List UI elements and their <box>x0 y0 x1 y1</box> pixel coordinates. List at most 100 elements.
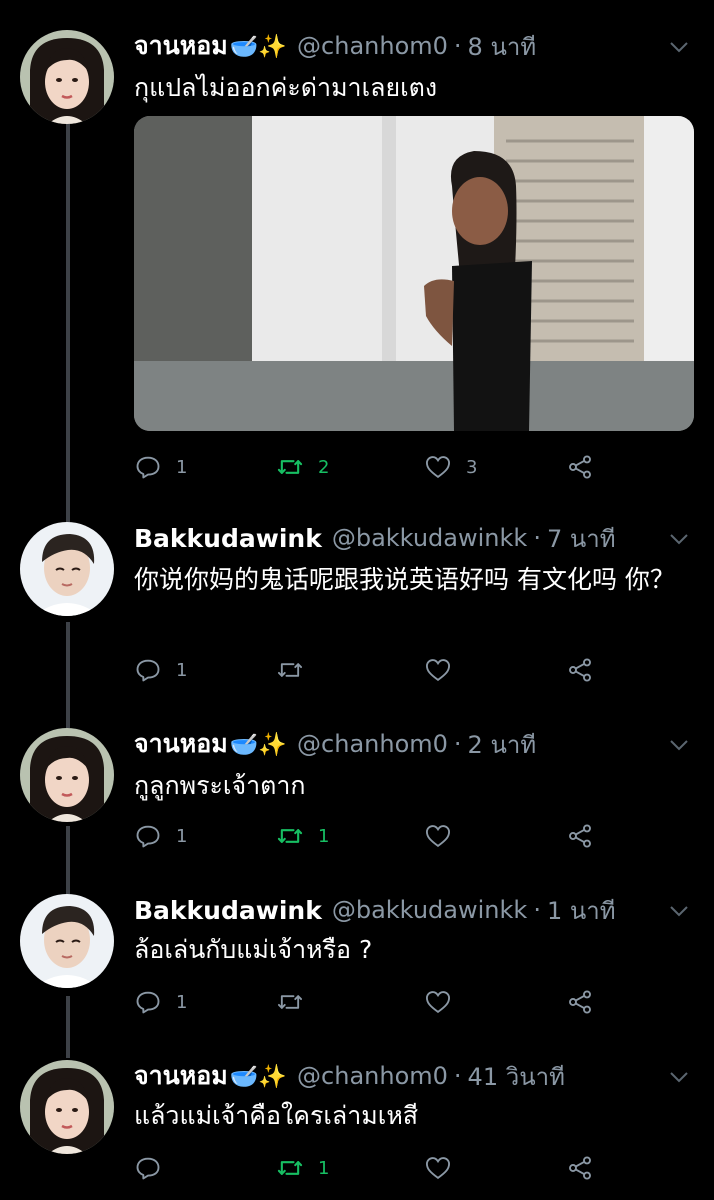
like-icon <box>425 456 451 479</box>
tweet-text: ล้อเล่นกับแม่เจ้าหรือ ? <box>134 935 373 964</box>
avatar[interactable] <box>20 1060 114 1154</box>
share-icon <box>569 824 591 848</box>
timestamp[interactable]: 7 นาที <box>547 519 616 558</box>
tweet-header: Bakkudawink @bakkudawinkk · 7 นาที <box>134 522 694 554</box>
tweet-media[interactable] <box>134 116 694 431</box>
timeline: จานหอม 🥣✨ @chanhom0 · 8 นาที กุแปลไม่ออก… <box>0 0 714 1200</box>
tweet-actions: 1 <box>134 984 604 1020</box>
reply-icon <box>136 456 160 479</box>
tweet-actions: 1 <box>134 1150 604 1186</box>
tweet[interactable]: จานหอม 🥣✨ @chanhom0 · 2 นาที กูลูกพระเจ้… <box>0 728 714 868</box>
retweet-count: 1 <box>318 1157 330 1179</box>
tweet-header: จานหอม 🥣✨ @chanhom0 · 8 นาที <box>134 30 694 62</box>
display-name[interactable]: Bakkudawink <box>134 896 322 925</box>
chevron-down-icon[interactable] <box>668 36 690 58</box>
chevron-down-icon[interactable] <box>668 734 690 756</box>
separator-dot: · <box>453 730 462 758</box>
reply-icon <box>136 825 160 848</box>
reply-button[interactable]: 1 <box>134 984 187 1020</box>
like-button[interactable] <box>424 818 466 854</box>
display-name[interactable]: จานหอม <box>134 724 228 764</box>
timestamp[interactable]: 8 นาที <box>468 27 537 66</box>
tweet[interactable]: จานหอม 🥣✨ @chanhom0 · 41 วินาที แล้วแม่เ… <box>0 1060 714 1200</box>
separator-dot: · <box>453 32 462 60</box>
separator-dot: · <box>533 896 541 924</box>
like-button[interactable]: 3 <box>424 449 477 485</box>
tweet[interactable]: Bakkudawink @bakkudawinkk · 1 นาที ล้อเล… <box>0 894 714 1034</box>
avatar[interactable] <box>20 728 114 822</box>
display-name[interactable]: จานหอม <box>134 26 228 66</box>
avatar-image <box>20 894 114 988</box>
timestamp[interactable]: 2 นาที <box>468 725 537 764</box>
avatar-image <box>20 522 114 616</box>
separator-dot: · <box>453 1062 462 1090</box>
like-button[interactable] <box>424 652 466 688</box>
tweet-text: กูลูกพระเจ้าตาก <box>134 771 306 800</box>
reply-button[interactable]: 1 <box>134 652 187 688</box>
reply-count: 1 <box>176 825 188 847</box>
username[interactable]: @bakkudawinkk <box>332 524 527 552</box>
retweet-button[interactable]: 1 <box>276 1150 329 1186</box>
retweet-button[interactable]: 1 <box>276 818 329 854</box>
share-button[interactable] <box>566 1150 594 1186</box>
reply-icon <box>136 659 160 682</box>
avatar[interactable] <box>20 522 114 616</box>
tweet-actions: 1 <box>134 652 604 688</box>
avatar[interactable] <box>20 30 114 124</box>
username[interactable]: @chanhom0 <box>297 1062 448 1090</box>
avatar-image <box>20 1060 114 1154</box>
name-emoji: 🥣✨ <box>229 33 288 60</box>
reply-icon <box>136 991 160 1014</box>
display-name[interactable]: Bakkudawink <box>134 524 322 553</box>
share-icon <box>569 455 591 479</box>
tweet-header: Bakkudawink @bakkudawinkk · 1 นาที <box>134 894 694 926</box>
share-icon <box>569 990 591 1014</box>
retweet-icon <box>277 995 303 1009</box>
reply-count: 1 <box>176 659 188 681</box>
chevron-down-icon[interactable] <box>668 900 690 922</box>
username[interactable]: @chanhom0 <box>297 32 448 60</box>
timestamp[interactable]: 1 นาที <box>547 891 616 930</box>
retweet-icon <box>277 1161 303 1175</box>
avatar[interactable] <box>20 894 114 988</box>
like-icon <box>425 825 451 848</box>
share-icon <box>569 658 591 682</box>
display-name[interactable]: จานหอม <box>134 1056 228 1096</box>
tweet-header: จานหอม 🥣✨ @chanhom0 · 2 นาที <box>134 728 694 760</box>
tweet-header: จานหอม 🥣✨ @chanhom0 · 41 วินาที <box>134 1060 694 1092</box>
like-icon <box>425 1157 451 1180</box>
chevron-down-icon[interactable] <box>668 1066 690 1088</box>
chevron-down-icon[interactable] <box>668 528 690 550</box>
like-button[interactable] <box>424 1150 466 1186</box>
username[interactable]: @bakkudawinkk <box>332 896 527 924</box>
username[interactable]: @chanhom0 <box>297 730 448 758</box>
share-button[interactable] <box>566 984 594 1020</box>
reply-icon <box>136 1157 160 1180</box>
reply-count: 1 <box>176 991 188 1013</box>
avatar-image <box>20 30 114 124</box>
tweet[interactable]: Bakkudawink @bakkudawinkk · 7 นาที 你说你妈的… <box>0 522 714 702</box>
tweet[interactable]: จานหอม 🥣✨ @chanhom0 · 8 นาที กุแปลไม่ออก… <box>0 30 714 500</box>
timestamp[interactable]: 41 วินาที <box>468 1057 565 1096</box>
avatar-image <box>20 728 114 822</box>
reply-button[interactable]: 1 <box>134 449 187 485</box>
reply-button[interactable]: 1 <box>134 818 187 854</box>
share-icon <box>569 1156 591 1180</box>
share-button[interactable] <box>566 449 594 485</box>
retweet-button[interactable] <box>276 652 318 688</box>
tweet-text: แล้วแม่เจ้าคือใครเล่ามเหสี <box>134 1101 419 1130</box>
retweet-button[interactable]: 2 <box>276 449 329 485</box>
media-image <box>134 116 694 431</box>
retweet-icon <box>277 460 303 474</box>
like-button[interactable] <box>424 984 466 1020</box>
tweet-actions: 1 1 <box>134 818 604 854</box>
name-emoji: 🥣✨ <box>229 1063 288 1090</box>
retweet-button[interactable] <box>276 984 318 1020</box>
tweet-actions: 1 2 3 <box>134 449 604 485</box>
reply-button[interactable] <box>134 1150 176 1186</box>
share-button[interactable] <box>566 652 594 688</box>
share-button[interactable] <box>566 818 594 854</box>
retweet-icon <box>277 829 303 843</box>
retweet-icon <box>277 663 303 677</box>
tweet-text: กุแปลไม่ออกค่ะด่ามาเลยเตง <box>134 73 438 102</box>
